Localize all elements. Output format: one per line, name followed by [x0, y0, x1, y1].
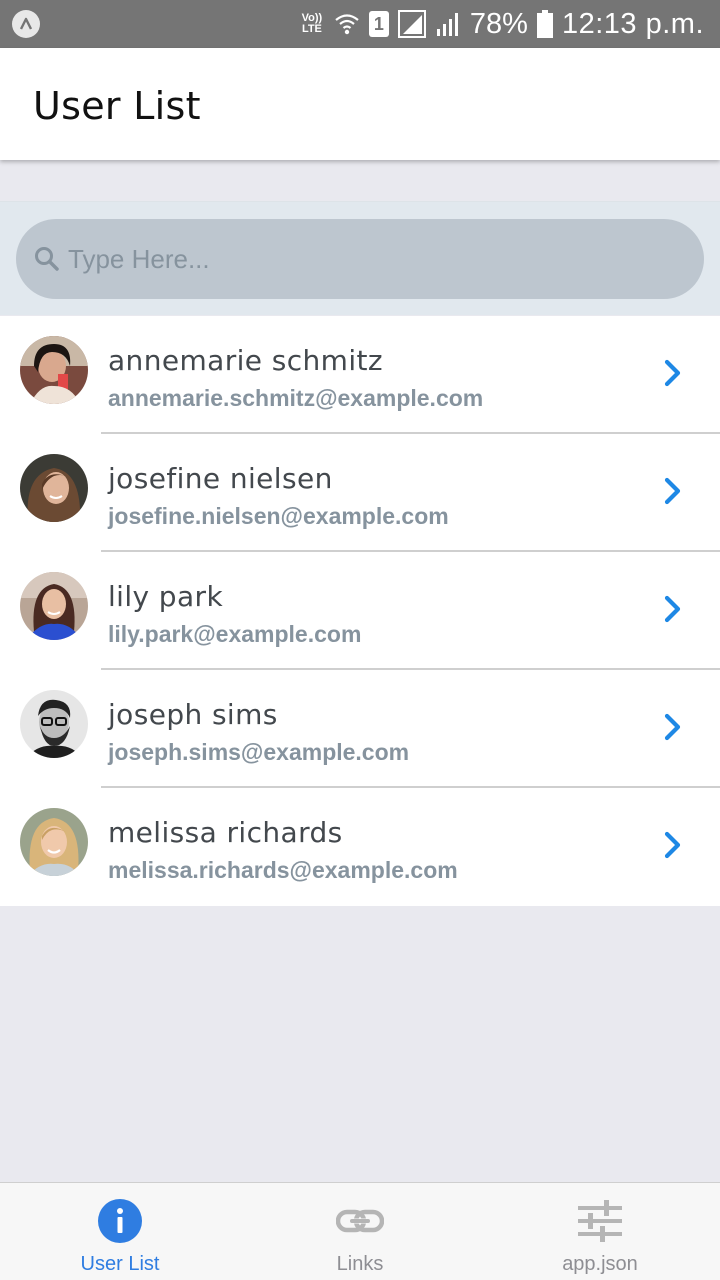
avatar [20, 336, 88, 404]
app-notification-icon [12, 10, 40, 38]
signal-sim1-icon [397, 10, 426, 38]
user-email: joseph.sims@example.com [108, 739, 410, 765]
tab-app-json[interactable]: app.json [480, 1183, 720, 1280]
link-icon [336, 1209, 384, 1233]
avatar [20, 808, 88, 876]
user-name: josefine nielsen [108, 462, 333, 495]
tab-user-list[interactable]: User List [0, 1183, 240, 1280]
user-name: joseph sims [108, 698, 278, 731]
volte-indicator: Vo)) LTE [299, 13, 325, 35]
page-title: User List [33, 84, 201, 128]
user-list-item[interactable]: lily park lily.park@example.com [0, 552, 720, 670]
bottom-tab-bar: User List Links app.json [0, 1182, 720, 1280]
user-list-item[interactable]: joseph sims joseph.sims@example.com [0, 670, 720, 788]
search-icon [35, 247, 59, 271]
user-list-item[interactable]: annemarie schmitz annemarie.schmitz@exam… [0, 316, 720, 434]
avatar [20, 572, 88, 640]
sim-indicator: 1 [368, 11, 389, 37]
tab-label: app.json [562, 1253, 638, 1275]
status-bar: Vo)) LTE 1 78% 12:13 p.m. [0, 0, 720, 48]
search-box[interactable] [16, 219, 704, 299]
search-bar-container [0, 201, 720, 315]
user-email: melissa.richards@example.com [108, 857, 458, 883]
signal-sim2-icon [436, 13, 458, 36]
lte-label: LTE [301, 23, 322, 35]
user-email: josefine.nielsen@example.com [108, 503, 449, 529]
tab-label: Links [336, 1253, 384, 1275]
user-list: annemarie schmitz annemarie.schmitz@exam… [0, 316, 720, 906]
user-email: lily.park@example.com [108, 621, 362, 647]
chevron-right-icon [664, 713, 681, 741]
chevron-right-icon [664, 595, 681, 623]
tab-label: User List [80, 1253, 160, 1275]
search-input[interactable] [68, 219, 668, 299]
battery-icon [536, 10, 553, 38]
chevron-right-icon [664, 359, 681, 387]
tab-links[interactable]: Links [240, 1183, 480, 1280]
info-icon [98, 1199, 142, 1243]
user-name: lily park [108, 580, 224, 613]
user-email: annemarie.schmitz@example.com [108, 385, 484, 411]
user-list-item[interactable]: melissa richards melissa.richards@exampl… [0, 788, 720, 906]
app-header: User List [0, 48, 720, 160]
clock: 12:13 p.m. [561, 7, 704, 40]
chevron-right-icon [664, 831, 681, 859]
avatar [20, 690, 88, 758]
sliders-icon [578, 1200, 622, 1242]
wifi-icon [335, 14, 359, 35]
user-name: melissa richards [108, 816, 343, 849]
avatar [20, 454, 88, 522]
user-name: annemarie schmitz [108, 344, 383, 377]
user-list-item[interactable]: josefine nielsen josefine.nielsen@exampl… [0, 434, 720, 552]
battery-percent: 78% [469, 7, 528, 40]
chevron-right-icon [664, 477, 681, 505]
